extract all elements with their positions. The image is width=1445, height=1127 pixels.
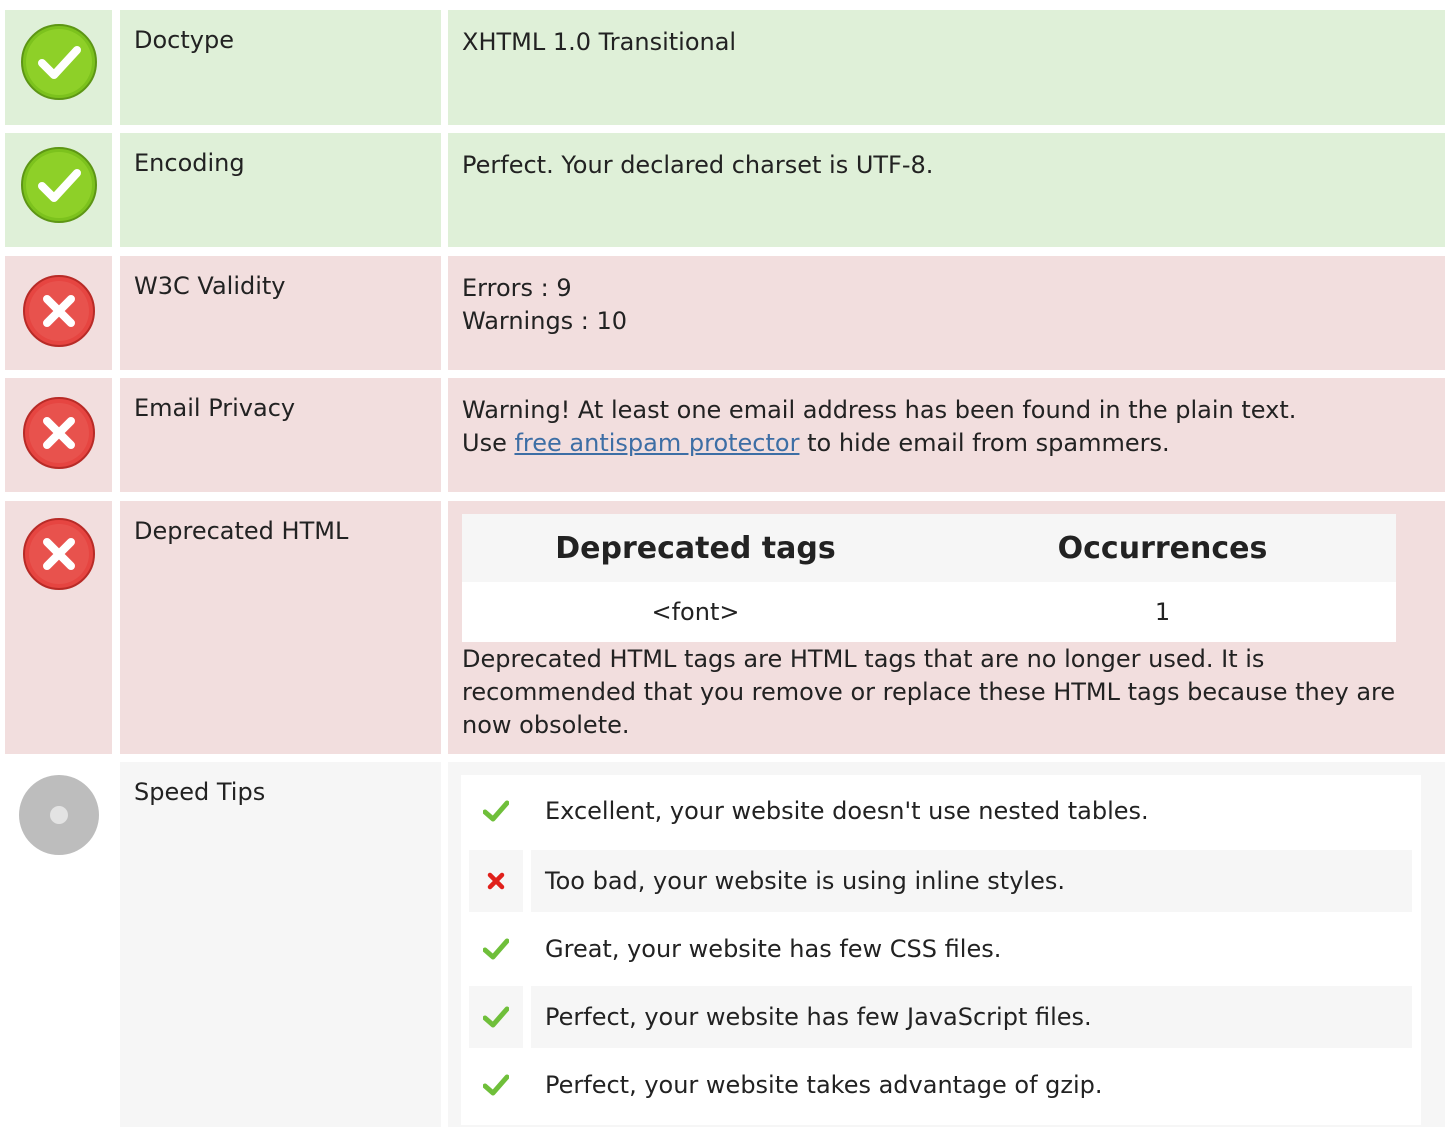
list-item: Great, your website has few CSS files. <box>469 918 1412 980</box>
status-cell <box>5 762 112 1127</box>
status-cell <box>5 133 112 247</box>
row-value: Perfect. Your declared charset is UTF-8. <box>462 151 934 179</box>
check-icon <box>469 1054 523 1116</box>
value-cell: Deprecated tags Occurrences <font> 1 Dep… <box>448 501 1445 754</box>
row-value: Warning! At least one email address has … <box>462 394 1415 460</box>
deprecated-tags-table: Deprecated tags Occurrences <font> 1 <box>462 514 1396 642</box>
list-item: Too bad, your website is using inline st… <box>469 850 1412 912</box>
check-circle-icon <box>21 147 97 223</box>
label-cell: Deprecated HTML <box>120 501 441 754</box>
value-cell: Warning! At least one email address has … <box>448 378 1445 492</box>
check-icon <box>469 918 523 980</box>
label-cell: Encoding <box>120 133 441 247</box>
warnings-count: Warnings : 10 <box>462 307 628 335</box>
error-circle-icon <box>23 518 95 590</box>
occurrence-cell: 1 <box>1154 598 1171 626</box>
tip-text: Perfect, your website takes advantage of… <box>545 1071 1103 1099</box>
status-cell <box>5 10 112 125</box>
column-header-tags: Deprecated tags <box>555 530 836 566</box>
row-label: Encoding <box>134 149 245 177</box>
table-header-row: Deprecated tags Occurrences <box>462 514 1396 582</box>
status-cell <box>5 378 112 492</box>
tip-text: Excellent, your website doesn't use nest… <box>545 797 1149 825</box>
row-value: XHTML 1.0 Transitional <box>462 28 737 56</box>
row-deprecated-html: Deprecated HTML Deprecated tags Occurren… <box>0 501 1445 754</box>
row-label: W3C Validity <box>134 272 286 300</box>
status-cell <box>5 256 112 370</box>
row-email-privacy: Email Privacy Warning! At least one emai… <box>0 378 1445 492</box>
row-label: Speed Tips <box>134 778 266 806</box>
check-icon <box>469 780 523 842</box>
label-cell: Email Privacy <box>120 378 441 492</box>
value-cell: Perfect. Your declared charset is UTF-8. <box>448 133 1445 247</box>
advice-prefix: Use <box>462 429 515 457</box>
list-item: Perfect, your website takes advantage of… <box>469 1054 1412 1116</box>
info-circle-icon <box>19 775 99 855</box>
row-label: Doctype <box>134 26 234 54</box>
check-circle-icon <box>21 24 97 100</box>
advice-suffix: to hide email from spammers. <box>799 429 1170 457</box>
label-cell: Speed Tips <box>120 762 441 1127</box>
value-cell: XHTML 1.0 Transitional <box>448 10 1445 125</box>
errors-count: Errors : 9 <box>462 274 572 302</box>
deprecated-note: Deprecated HTML tags are HTML tags that … <box>462 645 1396 739</box>
email-warning-text: Warning! At least one email address has … <box>462 396 1297 424</box>
value-cell: Errors : 9 Warnings : 10 <box>448 256 1445 370</box>
row-value: Errors : 9 Warnings : 10 <box>462 272 1415 338</box>
tip-text: Too bad, your website is using inline st… <box>531 850 1412 912</box>
row-encoding: Encoding Perfect. Your declared charset … <box>0 133 1445 247</box>
row-speed-tips: Speed Tips Excellent, your website doesn… <box>0 762 1445 1127</box>
table-row: <font> 1 <box>462 582 1396 642</box>
value-cell: Excellent, your website doesn't use nest… <box>448 762 1445 1127</box>
speed-tips-list: Excellent, your website doesn't use nest… <box>461 775 1421 1125</box>
status-cell <box>5 501 112 754</box>
antispam-protector-link[interactable]: free antispam protector <box>514 429 799 457</box>
row-w3c-validity: W3C Validity Errors : 9 Warnings : 10 <box>0 256 1445 370</box>
email-advice-text: Use free antispam protector to hide emai… <box>462 427 1415 460</box>
column-header-occurrences: Occurrences <box>1057 530 1268 566</box>
error-circle-icon <box>23 275 95 347</box>
check-icon <box>469 986 523 1048</box>
error-circle-icon <box>23 397 95 469</box>
tip-text: Great, your website has few CSS files. <box>545 935 1002 963</box>
cross-icon <box>469 850 523 912</box>
list-item: Excellent, your website doesn't use nest… <box>469 780 1412 842</box>
tag-cell: <font> <box>651 598 740 626</box>
row-doctype: Doctype XHTML 1.0 Transitional <box>0 10 1445 125</box>
tip-text: Perfect, your website has few JavaScript… <box>531 986 1412 1048</box>
label-cell: W3C Validity <box>120 256 441 370</box>
row-label: Email Privacy <box>134 394 296 422</box>
label-cell: Doctype <box>120 10 441 125</box>
list-item: Perfect, your website has few JavaScript… <box>469 986 1412 1048</box>
row-label: Deprecated HTML <box>134 517 349 545</box>
